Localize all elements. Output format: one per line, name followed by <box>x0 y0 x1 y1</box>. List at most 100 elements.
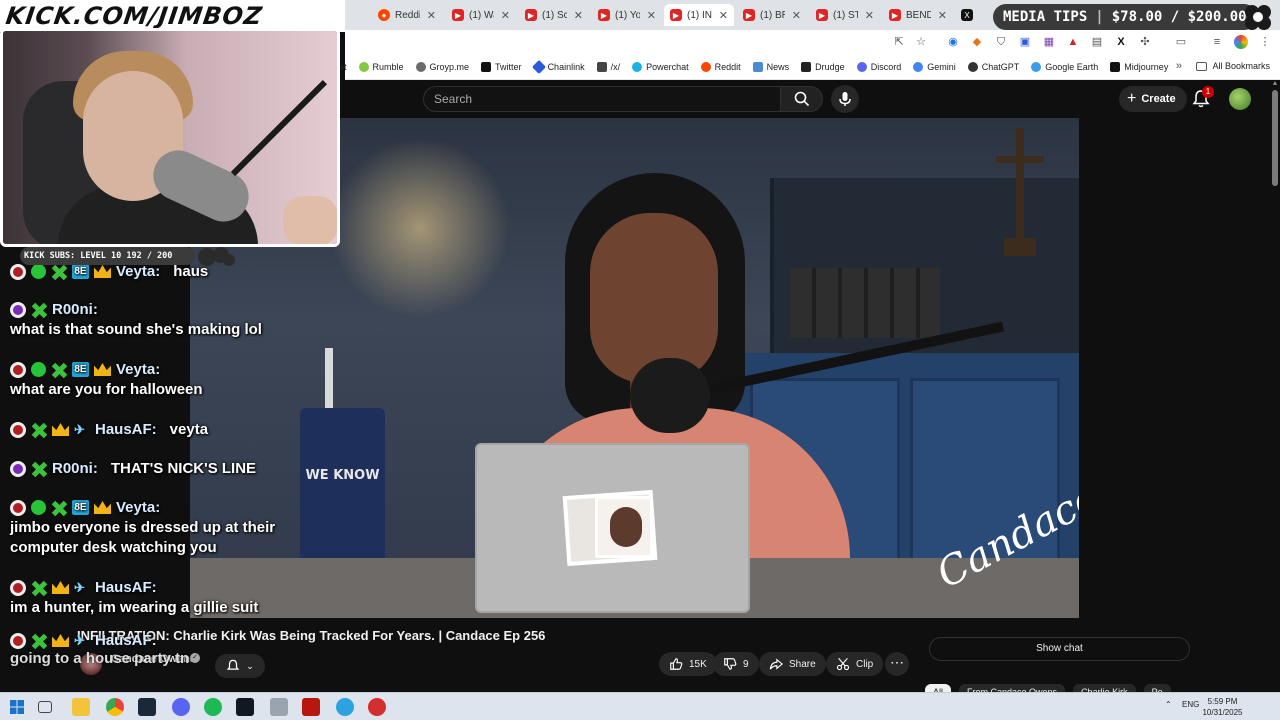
streamer-hand <box>283 196 337 244</box>
screen: ● Reddit ✕ ▶ (1) Wa ✕ ▶ (1) Scr ✕ ▶ (1) … <box>0 0 1280 720</box>
tab-youtube-1[interactable]: ▶ (1) Wa ✕ <box>446 4 516 26</box>
tab-youtube-5[interactable]: ▶ (1) BRE ✕ <box>737 4 807 26</box>
chat-message: ✈ HausAF: veyta <box>10 421 208 438</box>
drudge-icon <box>801 61 812 72</box>
tab-youtube-7[interactable]: ▶ BENDY ✕ <box>883 4 953 26</box>
clip-button[interactable]: Clip <box>826 652 884 676</box>
bookmark-drudge[interactable]: Drudge <box>801 61 845 72</box>
chevron-up-icon[interactable]: ⌃ <box>1165 700 1172 709</box>
close-icon[interactable]: ✕ <box>792 9 801 22</box>
media-tips-goal: MEDIA TIPS | $78.00 / $200.00 <box>993 4 1257 30</box>
media-control-icon[interactable]: ▭ <box>1174 35 1188 49</box>
install-icon[interactable]: ⇱ <box>892 35 906 49</box>
file-explorer-icon[interactable] <box>72 698 90 716</box>
close-icon[interactable]: ✕ <box>647 9 656 22</box>
extension-icon[interactable]: ▣ <box>1018 35 1032 49</box>
like-button[interactable]: 15K <box>659 652 717 676</box>
bookmark-powerchat[interactable]: Powerchat <box>632 61 689 72</box>
chat-text: THAT'S NICK'S LINE <box>110 460 257 477</box>
thumbs-down-icon <box>724 658 737 670</box>
bookmark-gemini[interactable]: Gemini <box>913 61 956 72</box>
plus-badge-icon <box>31 461 47 477</box>
chat-text: jimbo everyone is dressed up at their co… <box>10 519 276 556</box>
chat-text: going to a house party tn <box>10 650 190 667</box>
close-icon[interactable]: ✕ <box>574 9 583 22</box>
scrollbar-thumb[interactable] <box>1272 90 1278 186</box>
plus-icon: + <box>1127 90 1137 107</box>
puzzle-icon[interactable]: ✣ <box>1138 35 1152 49</box>
telegram-icon[interactable] <box>336 698 354 716</box>
bookmark-twitter[interactable]: Twitter <box>481 61 522 72</box>
chat-message: ✈ HausAF: im a hunter, im wearing a gill… <box>10 579 258 618</box>
search-button[interactable] <box>781 86 823 112</box>
bookmark-chatgpt[interactable]: ChatGPT <box>967 61 1019 72</box>
steam-icon[interactable] <box>138 698 156 716</box>
close-icon[interactable]: ✕ <box>719 9 728 22</box>
app-icon[interactable] <box>270 698 288 716</box>
close-icon[interactable]: ✕ <box>501 9 510 22</box>
bookmark-midjourney[interactable]: Midjourney <box>1110 61 1168 72</box>
close-icon[interactable]: ✕ <box>427 9 436 22</box>
spotify-icon[interactable] <box>204 698 222 716</box>
create-button[interactable]: + Create <box>1119 86 1187 112</box>
chatgpt-icon <box>967 61 978 72</box>
more-actions-icon[interactable]: ⋯ <box>885 652 909 676</box>
search-input[interactable]: Search <box>423 86 781 112</box>
star-icon[interactable]: ☆ <box>914 35 928 49</box>
youtube-icon: ▶ <box>452 9 464 21</box>
tab-youtube-6[interactable]: ▶ (1) STO ✕ <box>810 4 880 26</box>
adobe-icon[interactable] <box>302 698 320 716</box>
scroll-up-icon[interactable]: ▲ <box>1270 80 1280 90</box>
plus-badge-icon <box>31 422 47 438</box>
voice-search-button[interactable] <box>831 85 859 113</box>
close-icon[interactable]: ✕ <box>938 9 947 22</box>
chat-username: Veyta: <box>116 263 161 280</box>
task-view-icon[interactable] <box>38 701 52 713</box>
tab-title: (1) INF <box>687 9 712 21</box>
bookmark-rumble[interactable]: Rumble <box>358 61 404 72</box>
close-icon[interactable]: ✕ <box>865 9 874 22</box>
tab-youtube-2[interactable]: ▶ (1) Scr ✕ <box>519 4 589 26</box>
chrome-icon[interactable] <box>106 698 124 716</box>
all-bookmarks[interactable]: All Bookmarks <box>1196 61 1270 71</box>
extension-icon[interactable]: ◉ <box>946 35 960 49</box>
tab-youtube-3[interactable]: ▶ (1) You ✕ <box>592 4 662 26</box>
clip-label: Clip <box>856 658 874 670</box>
bookmark-x-board[interactable]: /x/ <box>596 61 620 72</box>
red-badge-icon <box>10 361 26 378</box>
extension-icon[interactable]: ▲ <box>1066 35 1080 49</box>
extension-icon[interactable]: ▦ <box>1042 35 1056 49</box>
dislike-button[interactable]: 9 <box>713 652 759 676</box>
bookmark-news[interactable]: News <box>752 61 789 72</box>
page-scrollbar[interactable]: ▲ <box>1270 80 1280 690</box>
account-avatar[interactable] <box>1229 88 1251 110</box>
share-button[interactable]: Share <box>759 652 826 676</box>
extension-icon[interactable]: ▤ <box>1090 35 1104 49</box>
shield-icon[interactable]: ⛉ <box>994 35 1008 49</box>
tab-youtube-active[interactable]: ▶ (1) INF ✕ <box>664 4 734 26</box>
profile-icon[interactable] <box>1234 35 1248 49</box>
windows-start-icon[interactable] <box>8 698 26 716</box>
bookmark-item[interactable]: at <box>339 62 347 72</box>
app-icon[interactable] <box>368 698 386 716</box>
bookmark-discord[interactable]: Discord <box>856 61 901 72</box>
bookmark-reddit[interactable]: Reddit <box>700 61 741 72</box>
bookmark-groyp[interactable]: Groyp.me <box>415 61 469 72</box>
x-icon[interactable]: X <box>1114 35 1128 49</box>
discord-icon[interactable] <box>172 698 190 716</box>
purple-badge-icon <box>10 301 26 318</box>
plus-badge-icon <box>31 580 47 596</box>
bookmark-google-earth[interactable]: Google Earth <box>1031 61 1098 72</box>
tab-reddit[interactable]: ● Reddit ✕ <box>372 4 442 26</box>
downloads-icon[interactable]: ≡ <box>1210 35 1224 49</box>
metamask-icon[interactable]: ◆ <box>970 35 984 49</box>
menu-icon[interactable]: ⋮ <box>1258 35 1272 49</box>
bookmark-label: Drudge <box>815 61 845 72</box>
terminal-icon[interactable] <box>236 698 254 716</box>
books <box>790 268 940 338</box>
tab-x[interactable]: X <box>955 4 979 26</box>
system-clock[interactable]: 5:59 PM 10/31/2025 <box>1195 696 1250 718</box>
show-chat-button[interactable]: Show chat <box>929 637 1190 661</box>
chevron-right-icon[interactable]: » <box>1176 60 1182 72</box>
bookmark-chainlink[interactable]: Chainlink <box>531 59 585 74</box>
